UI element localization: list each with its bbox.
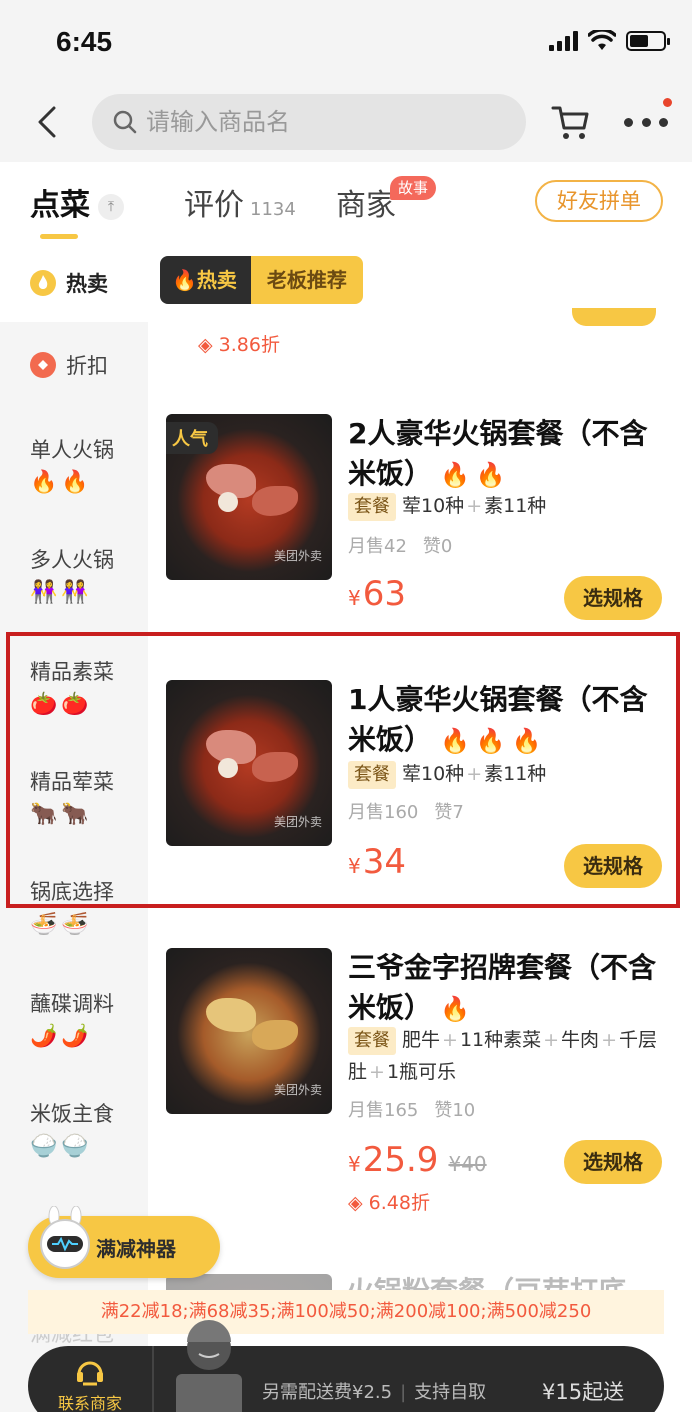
set-tag: 套餐 [348, 493, 396, 521]
sidebar-item-hot[interactable]: 热卖 [30, 268, 108, 298]
delivery-fee-info: 另需配送费¥2.5 | 支持自取 [262, 1382, 487, 1403]
product-price: ¥63 [348, 574, 406, 614]
product-image[interactable]: 美团外卖 [166, 948, 332, 1114]
spec-button[interactable]: 选规格 [564, 1140, 662, 1184]
discount-label: ◈ 6.48折 [348, 1192, 430, 1214]
fire-icon: 🔥🔥 [30, 470, 93, 495]
search-box[interactable] [92, 94, 526, 150]
signal-icon [549, 31, 578, 51]
product-tags: 套餐 荤10种 + 素11种 [348, 490, 668, 522]
bowl-icon: 🍜🍜 [30, 912, 93, 937]
customer-service-icon [77, 1361, 103, 1386]
status-bar: 6:45 [0, 0, 692, 86]
product-sales: 月售165 赞10 [348, 1100, 476, 1121]
more-dot-icon [624, 117, 633, 127]
sidebar-item-label: 热卖 [66, 272, 108, 296]
discount-tag-icon: ◈ [198, 334, 213, 356]
top-nav-bar [0, 86, 692, 162]
cart-icon [551, 106, 589, 139]
search-input[interactable] [146, 108, 486, 136]
spec-button[interactable] [572, 308, 656, 326]
wifi-icon [588, 30, 616, 50]
tab-active-indicator [40, 234, 78, 239]
fire-icon: 🔥🔥 [440, 461, 512, 489]
robot-mascot-icon [40, 1206, 90, 1269]
product-sales: 月售42 赞0 [348, 536, 453, 557]
back-button[interactable] [30, 102, 66, 142]
contact-label: 联系商家 [57, 1394, 122, 1412]
contact-merchant-button[interactable]: 联系商家 [28, 1346, 154, 1412]
watermark: 美团外卖 [273, 549, 322, 563]
original-price: ¥40 [448, 1152, 487, 1176]
status-icons [549, 30, 670, 52]
discount-tag-icon: ◈ [348, 1192, 363, 1214]
tab-dishes[interactable]: 点菜 ⤒ [30, 180, 124, 224]
more-button[interactable] [624, 102, 668, 142]
discount-icon [30, 352, 56, 378]
search-icon [113, 110, 137, 134]
sidebar-item-multi-hotpot[interactable]: 多人火锅 👭👭 [30, 544, 114, 605]
product-name: 三爷金字招牌套餐（不含米饭） 🔥 [348, 951, 657, 1024]
product-name: 2人豪华火锅套餐（不含米饭） 🔥🔥 [348, 417, 648, 490]
spec-button[interactable]: 选规格 [564, 576, 662, 620]
highlight-box [6, 632, 680, 908]
sidebar-item-single-hotpot[interactable]: 单人火锅 🔥🔥 [30, 434, 114, 495]
promo-banner: 满22减18;满68减35;满100减50;满200减100;满500减250 [28, 1290, 664, 1334]
discount-label: ◈ 3.86折 [198, 334, 280, 356]
tab-reviews-label: 评价 [184, 188, 244, 223]
collapse-icon[interactable]: ⤒ [98, 193, 124, 220]
fire-icon: 🔥 [440, 995, 476, 1023]
group-order-button[interactable]: 好友拼单 [535, 180, 663, 222]
rice-icon: 🍚🍚 [30, 1134, 93, 1159]
sidebar-item-label: 多人火锅 [30, 548, 114, 572]
product-price: ¥25.9 ¥40 [348, 1140, 487, 1180]
product-item[interactable]: 美团外卖 三爷金字招牌套餐（不含米饭） 🔥 套餐 肥牛 +11种素菜 + 牛肉 + 千层肚 +1… [166, 948, 676, 1214]
sidebar-item-sauce[interactable]: 蘸碟调料 🌶️🌶️ [30, 988, 114, 1049]
tab-merchant[interactable]: 商家 [336, 180, 396, 224]
product-item[interactable]: 美团外卖 人气 2人豪华火锅套餐（不含米饭） 🔥🔥 套餐 荤10种 + 素11种 月售4… [166, 414, 676, 620]
sidebar-item-label: 单人火锅 [30, 438, 114, 462]
chili-icon: 🌶️🌶️ [30, 1024, 93, 1049]
story-badge: 故事 [390, 176, 437, 200]
status-time: 6:45 [56, 26, 113, 57]
battery-icon [626, 31, 670, 51]
notification-dot [663, 98, 672, 107]
set-tag: 套餐 [348, 1027, 396, 1055]
people-icon: 👭👭 [30, 580, 93, 605]
sidebar-item-rice[interactable]: 米饭主食 🍚🍚 [30, 1098, 114, 1159]
cart-button[interactable] [550, 102, 592, 142]
product-image[interactable]: 美团外卖 人气 [166, 414, 332, 580]
courier-icon [176, 1320, 242, 1412]
back-arrow-icon [38, 106, 56, 138]
sidebar-item-label: 蘸碟调料 [30, 992, 114, 1016]
tab-dishes-label: 点菜 [30, 188, 90, 223]
flame-icon [30, 270, 56, 296]
product-tags: 套餐 肥牛 +11种素菜 + 牛肉 + 千层肚 +1瓶可乐 [348, 1027, 657, 1083]
tab-reviews[interactable]: 评价 1134 [184, 180, 296, 224]
min-order-label: ¥15起送 [542, 1380, 625, 1404]
tab-merchant-label: 商家 [336, 188, 396, 223]
reviews-count: 1134 [250, 199, 296, 220]
sidebar-item-label: 折扣 [66, 354, 108, 378]
bottom-cart-bar: 联系商家 另需配送费¥2.5 | 支持自取 ¥15起送 [28, 1320, 664, 1412]
sidebar-item-discount[interactable]: 折扣 [30, 350, 108, 380]
popular-badge: 人气 [166, 422, 218, 454]
watermark: 美团外卖 [273, 1083, 322, 1097]
category-tag: 🔥热卖 老板推荐 [160, 256, 363, 304]
sidebar-item-label: 米饭主食 [30, 1102, 114, 1126]
category-tag-recommend: 老板推荐 [250, 256, 363, 304]
category-tag-hot: 🔥热卖 [160, 256, 251, 304]
